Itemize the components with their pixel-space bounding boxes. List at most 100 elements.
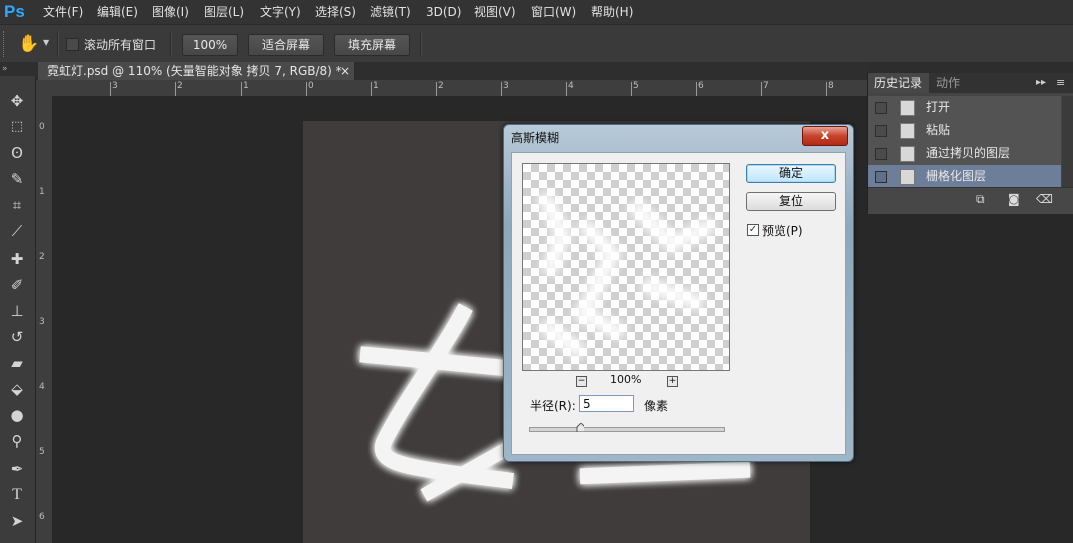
radius-slider-track[interactable] — [529, 427, 725, 432]
ruler-label: 3 — [39, 317, 45, 327]
zoom-in-button[interactable]: + — [667, 376, 678, 387]
ruler-origin[interactable] — [36, 80, 54, 96]
fill-screen-button[interactable]: 填充屏幕 — [334, 34, 410, 56]
reset-button[interactable]: 复位 — [746, 192, 836, 211]
photoshop-logo: Ps — [4, 2, 25, 21]
dodge-tool-icon[interactable]: ⚲ — [5, 430, 29, 452]
blur-tool-icon[interactable]: ● — [5, 404, 29, 426]
move-tool-icon[interactable]: ✥ — [5, 90, 29, 112]
quick-select-tool-icon[interactable]: ✎ — [5, 168, 29, 190]
history-item-label: 栅格化图层 — [926, 169, 987, 183]
history-panel-tabs: 历史记录 动作 ▸▸ ≡ — [868, 73, 1073, 93]
document-icon — [900, 123, 915, 139]
pen-tool-icon[interactable]: ✒ — [5, 458, 29, 480]
preview-zoom-level: 100% — [610, 373, 642, 386]
menu-bar: Ps 文件(F) 编辑(E) 图像(I) 图层(L) 文字(Y) 选择(S) 滤… — [0, 0, 1073, 24]
menu-type[interactable]: 文字(Y) — [260, 0, 301, 24]
options-grip[interactable] — [3, 31, 7, 57]
zoom-100-button[interactable]: 100% — [182, 34, 238, 56]
dialog-close-button[interactable]: x — [802, 126, 848, 146]
document-icon — [900, 146, 915, 162]
preview-blur-strokes — [535, 190, 717, 361]
preview-checkbox[interactable]: ✓ — [747, 224, 759, 236]
type-tool-icon[interactable]: T — [5, 484, 29, 506]
radius-label: 半径(R): — [530, 399, 576, 413]
gaussian-blur-dialog: 高斯模糊 x − 100% + 确定 复位 ✓ 预览(P) 半径(R): 5 像… — [503, 124, 854, 462]
dialog-title: 高斯模糊 — [511, 131, 560, 145]
history-panel: 历史记录 动作 ▸▸ ≡ 打开 粘贴 通过拷贝的图层 栅格化图层 ⧉ ◙ ⌫ — [867, 73, 1073, 214]
menu-select[interactable]: 选择(S) — [315, 0, 356, 24]
fit-screen-button[interactable]: 适合屏幕 — [248, 34, 324, 56]
ruler-label: 1 — [39, 187, 45, 197]
history-brush-source-checkbox[interactable] — [875, 148, 887, 160]
menu-edit[interactable]: 编辑(E) — [97, 0, 138, 24]
options-separator — [420, 31, 422, 57]
document-icon — [900, 169, 915, 185]
menu-window[interactable]: 窗口(W) — [531, 0, 576, 24]
menu-file[interactable]: 文件(F) — [43, 0, 83, 24]
panel-dock-header — [867, 62, 1073, 73]
horizontal-ruler-ticks — [110, 82, 827, 96]
hand-tool-icon[interactable]: ✋ — [18, 33, 39, 55]
history-scrollbar[interactable] — [1062, 96, 1073, 187]
ok-button[interactable]: 确定 — [746, 164, 836, 183]
tab-actions[interactable]: 动作 — [936, 73, 960, 93]
document-tab-title: 霓虹灯.psd @ 110% (矢量智能对象 拷贝 7, RGB/8) * — [47, 64, 342, 78]
lasso-tool-icon[interactable]: ʘ — [5, 142, 29, 164]
history-item-label: 粘贴 — [926, 123, 951, 137]
scroll-all-windows-checkbox[interactable] — [66, 38, 79, 51]
tools-collapse-icon[interactable]: » — [0, 62, 37, 76]
horizontal-ruler[interactable]: 3 2 1 0 1 2 3 4 5 6 7 8 — [54, 80, 867, 97]
menu-help[interactable]: 帮助(H) — [591, 0, 633, 24]
history-item[interactable]: 粘贴 — [868, 119, 1061, 143]
eraser-tool-icon[interactable]: ▰ — [5, 352, 29, 374]
delete-trash-icon[interactable]: ⌫ — [1036, 192, 1053, 206]
options-separator — [170, 31, 172, 57]
ruler-label: 4 — [39, 382, 45, 392]
history-brush-source-checkbox[interactable] — [875, 171, 887, 183]
document-close-icon[interactable]: × — [340, 62, 350, 80]
history-item-label: 打开 — [926, 100, 951, 114]
options-separator — [57, 31, 59, 57]
panel-expand-icon[interactable]: ▸▸ — [1036, 73, 1046, 93]
options-bar: ✋ ▼ 滚动所有窗口 100% 适合屏幕 填充屏幕 — [0, 24, 1073, 64]
blur-preview[interactable] — [522, 163, 730, 371]
history-panel-footer: ⧉ ◙ ⌫ — [868, 187, 1073, 214]
tools-panel: » ✥ ⬚ ʘ ✎ ⌗ ⟋ ✚ ✐ ⊥ ↺ ▰ ⬙ ● ⚲ ✒ T ➤ — [0, 62, 37, 543]
history-item-selected[interactable]: 栅格化图层 — [868, 165, 1061, 189]
crop-tool-icon[interactable]: ⌗ — [5, 194, 29, 216]
tool-preset-dropdown-icon[interactable]: ▼ — [43, 38, 49, 47]
brush-tool-icon[interactable]: ✐ — [5, 274, 29, 296]
history-brush-source-checkbox[interactable] — [875, 102, 887, 114]
new-document-from-state-icon[interactable]: ⧉ — [976, 192, 985, 207]
menu-view[interactable]: 视图(V) — [474, 0, 516, 24]
tab-history[interactable]: 历史记录 — [868, 73, 929, 93]
menu-layer[interactable]: 图层(L) — [204, 0, 244, 24]
document-tab[interactable]: 霓虹灯.psd @ 110% (矢量智能对象 拷贝 7, RGB/8) * × — [38, 62, 354, 80]
healing-brush-tool-icon[interactable]: ✚ — [5, 248, 29, 270]
marquee-tool-icon[interactable]: ⬚ — [5, 116, 29, 138]
paint-bucket-tool-icon[interactable]: ⬙ — [5, 378, 29, 400]
history-item[interactable]: 通过拷贝的图层 — [868, 142, 1061, 166]
panel-menu-icon[interactable]: ≡ — [1056, 73, 1065, 93]
history-item-label: 通过拷贝的图层 — [926, 146, 1011, 160]
stamp-tool-icon[interactable]: ⊥ — [5, 300, 29, 322]
menu-filter[interactable]: 滤镜(T) — [370, 0, 411, 24]
scroll-all-windows-label: 滚动所有窗口 — [84, 38, 157, 52]
zoom-out-button[interactable]: − — [576, 376, 587, 387]
snapshot-camera-icon[interactable]: ◙ — [1008, 192, 1020, 206]
vertical-ruler[interactable]: 0 1 2 3 4 5 6 — [36, 96, 53, 543]
radius-slider-thumb[interactable] — [576, 423, 585, 432]
menu-3d[interactable]: 3D(D) — [426, 0, 461, 24]
history-brush-tool-icon[interactable]: ↺ — [5, 326, 29, 348]
ruler-label: 5 — [39, 447, 45, 457]
history-item[interactable]: 打开 — [868, 96, 1061, 120]
eyedropper-tool-icon[interactable]: ⟋ — [5, 220, 29, 242]
ruler-label: 6 — [39, 512, 45, 522]
history-brush-source-checkbox[interactable] — [875, 125, 887, 137]
radius-input[interactable]: 5 — [579, 395, 634, 412]
path-select-tool-icon[interactable]: ➤ — [5, 510, 29, 532]
radius-unit-label: 像素 — [644, 399, 669, 413]
ruler-label: 0 — [39, 122, 45, 132]
menu-image[interactable]: 图像(I) — [152, 0, 189, 24]
